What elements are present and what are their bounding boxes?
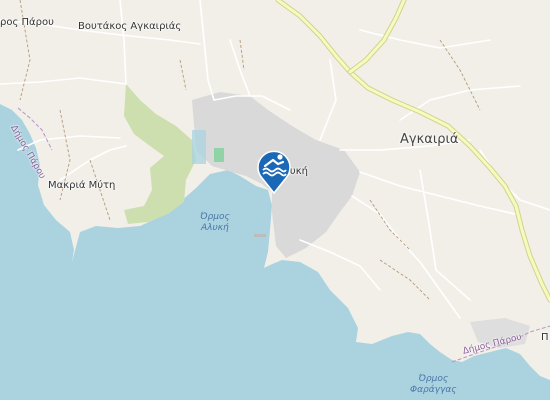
label-paros-road: ρος Πάρου <box>0 17 54 28</box>
label-agkairia: Αγκαιριά <box>400 132 459 147</box>
label-voutakos: Βουτάκος Αγκαιριάς <box>78 21 182 32</box>
salt-pond <box>192 130 206 164</box>
pier <box>254 234 266 237</box>
label-makria-myti: Μακριά Μύτη <box>48 180 116 191</box>
label-edge-fragment: Π <box>541 332 549 343</box>
sports-field <box>214 148 224 162</box>
map-canvas[interactable]: ρος Πάρου Βουτάκος Αγκαιριάς Αγκαιριά Μα… <box>0 0 550 400</box>
map-base-layer <box>0 0 550 400</box>
label-ormos-aliki: Όρμος Αλυκή <box>200 212 230 233</box>
swimming-icon <box>257 150 291 195</box>
location-marker[interactable] <box>254 145 294 195</box>
label-ormos-farangas: Όρμος Φαράγγας <box>410 374 457 395</box>
